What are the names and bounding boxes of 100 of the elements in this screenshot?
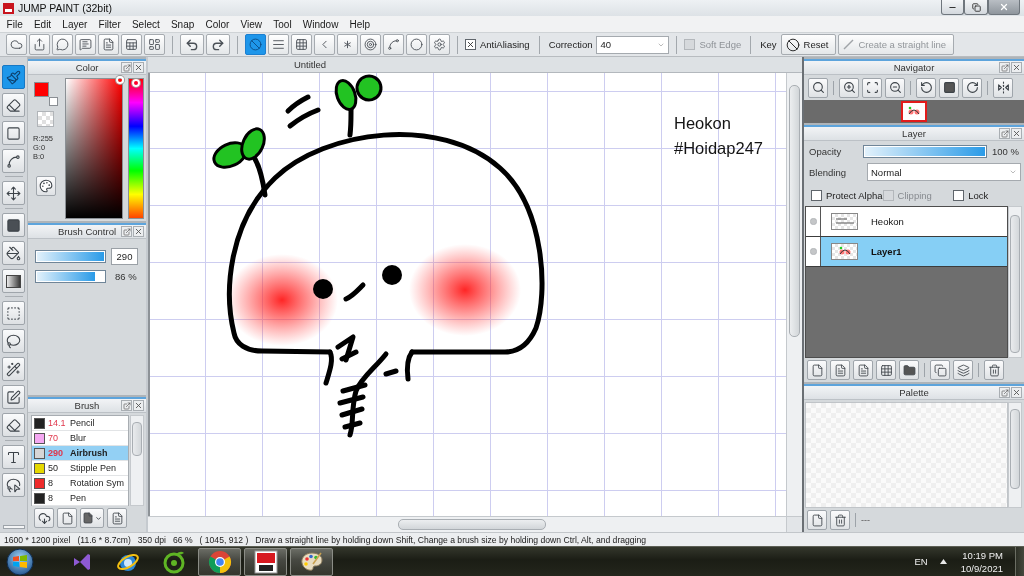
brush-item[interactable]: 8 Rotation Sym [32, 476, 128, 491]
share-button[interactable] [29, 34, 50, 55]
close-button[interactable] [1011, 387, 1022, 398]
visibility-toggle[interactable] [806, 237, 821, 266]
color-swatch[interactable] [33, 82, 49, 97]
message-button[interactable] [75, 34, 96, 55]
document-tab[interactable]: Untitled [148, 57, 472, 72]
tool-button[interactable] [2, 357, 25, 381]
undo-button[interactable] [180, 34, 204, 55]
color-swatch[interactable] [48, 97, 58, 106]
snap-button[interactable] [291, 34, 312, 55]
density-slider[interactable] [35, 270, 106, 283]
fit-button[interactable] [862, 77, 882, 98]
scroll-thumb[interactable] [132, 422, 142, 456]
tone-layer-button[interactable] [876, 360, 896, 380]
tool-button[interactable] [2, 241, 25, 265]
brush-item[interactable]: 50 Stipple Pen [32, 461, 128, 476]
scroll-thumb[interactable] [1010, 409, 1020, 489]
tool-button[interactable] [2, 473, 25, 497]
menu-item[interactable]: Select [126, 18, 166, 30]
tool-button[interactable] [2, 445, 25, 469]
minimize-button[interactable] [941, 0, 964, 15]
undock-button[interactable] [121, 62, 132, 73]
start-button[interactable] [4, 546, 36, 576]
undock-button[interactable] [121, 226, 132, 237]
horizontal-scrollbar[interactable] [148, 516, 786, 532]
tool-button[interactable] [2, 213, 25, 237]
brush-item[interactable]: 290 Airbrush [32, 446, 128, 461]
restore-button[interactable] [964, 0, 988, 15]
tool-button[interactable] [2, 121, 25, 145]
tool-button[interactable] [2, 385, 25, 409]
vertical-scrollbar[interactable] [786, 73, 802, 516]
snap-button[interactable] [429, 34, 450, 55]
undock-button[interactable] [121, 400, 132, 411]
menu-item[interactable]: Snap [165, 18, 200, 30]
flip-button[interactable] [993, 77, 1013, 98]
comment-button[interactable] [52, 34, 73, 55]
scroll-thumb[interactable] [398, 519, 546, 530]
palette-button[interactable] [35, 176, 56, 196]
scroll-thumb[interactable] [1010, 215, 1020, 353]
reset-button[interactable]: Reset [780, 34, 837, 55]
new-palette-button[interactable] [807, 510, 827, 530]
snap-button[interactable] [406, 34, 427, 55]
menu-item[interactable]: Edit [28, 18, 57, 30]
snap-button[interactable] [383, 34, 404, 55]
rotate-left-button[interactable] [916, 77, 936, 98]
table-button[interactable] [121, 34, 142, 55]
hue-slider[interactable] [128, 78, 144, 219]
paint-app-button[interactable] [290, 547, 333, 576]
color-picker-field[interactable] [65, 78, 123, 219]
redo-button[interactable] [206, 34, 230, 55]
new-brush-button[interactable] [57, 508, 77, 528]
menu-item[interactable]: Help [344, 18, 376, 30]
snap-button[interactable] [360, 34, 381, 55]
close-button[interactable] [1011, 128, 1022, 139]
tool-button[interactable] [2, 149, 25, 173]
paint-app-button[interactable] [244, 547, 287, 576]
merge-button[interactable] [953, 360, 973, 380]
delete-button[interactable] [984, 360, 1004, 380]
snap-button[interactable] [337, 34, 358, 55]
zoom-reset-button[interactable] [808, 77, 828, 98]
checkbox[interactable] [953, 189, 965, 201]
snap-button[interactable] [268, 34, 289, 55]
show-desktop-button[interactable] [1015, 547, 1024, 576]
checkbox[interactable] [811, 189, 822, 201]
scroll-thumb[interactable] [789, 85, 800, 337]
close-button[interactable] [988, 0, 1020, 15]
folder-button[interactable] [899, 360, 919, 380]
checkbox[interactable] [465, 39, 476, 50]
grip-handle[interactable] [2, 525, 25, 529]
new-layer-button[interactable] [830, 360, 850, 380]
undock-button[interactable] [999, 62, 1010, 73]
brush-menu-button[interactable] [80, 508, 104, 528]
menu-item[interactable]: File [1, 18, 29, 30]
menu-item[interactable]: Layer [56, 18, 93, 30]
cloud-download-button[interactable] [34, 508, 54, 528]
tool-button[interactable] [2, 269, 25, 293]
reset-rotation-button[interactable] [939, 77, 959, 98]
menu-item[interactable]: View [235, 18, 268, 30]
brush-item[interactable]: 8 Pen [32, 491, 128, 506]
transparent-swatch[interactable] [37, 111, 54, 127]
menu-item[interactable]: Color [199, 18, 235, 30]
new-layer-button[interactable] [853, 360, 873, 380]
brush-settings-button[interactable] [107, 508, 127, 528]
tool-button[interactable] [2, 93, 25, 117]
layout-button[interactable] [144, 34, 165, 55]
new-layer-button[interactable] [807, 360, 827, 380]
rotate-right-button[interactable] [962, 77, 982, 98]
language-indicator[interactable]: EN [914, 556, 928, 567]
blending-select[interactable]: Normal [867, 163, 1021, 181]
brush-item[interactable]: 14.1 Pencil [32, 416, 128, 431]
tool-button[interactable] [2, 413, 25, 437]
browser-button[interactable] [198, 547, 241, 576]
brush-item[interactable]: 70 Blur [32, 431, 128, 446]
document-button[interactable] [98, 34, 119, 55]
size-field[interactable]: 290 [111, 248, 138, 265]
vertical-scrollbar[interactable] [130, 415, 144, 506]
duplicate-button[interactable] [930, 360, 950, 380]
undock-button[interactable] [999, 128, 1010, 139]
undock-button[interactable] [999, 387, 1010, 398]
